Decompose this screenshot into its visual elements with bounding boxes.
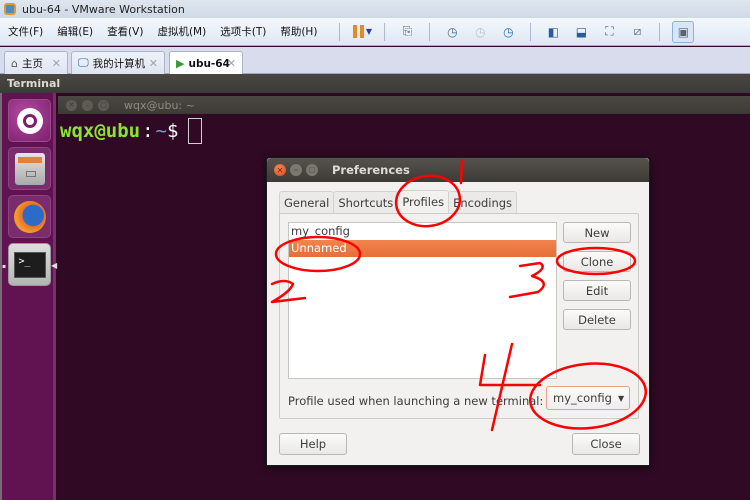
pause-button[interactable]: ▼ [352,22,372,42]
close-icon[interactable]: ✕ [227,57,236,70]
tab-label: 主页 [21,57,43,70]
active-app-title: Terminal [7,77,61,90]
computer-icon: 🖵 [78,56,89,69]
send-ctrl-alt-del-icon[interactable]: ⎘ [397,22,417,42]
vmware-app-icon [4,3,16,15]
firefox-icon [13,200,46,233]
toolbar-separator [659,22,661,41]
launcher-firefox[interactable] [8,195,51,238]
profile-row-unnamed[interactable]: Unnamed [289,240,556,257]
tab-my-computer[interactable]: 🖵 我的计算机 ✕ [71,51,165,74]
tab-general[interactable]: General [279,191,335,213]
tab-encodings[interactable]: Encodings [448,191,518,213]
toolbar-separator [429,22,431,41]
launcher-dash[interactable] [8,99,51,142]
close-icon[interactable]: ✕ [274,164,286,176]
default-profile-select[interactable]: my_config ▼ [546,386,630,410]
dropdown-caret-icon[interactable]: ▼ [366,27,372,36]
show-library-icon[interactable]: ◧ [543,22,563,42]
vm-running-icon: ▶ [176,57,185,70]
unity-icon[interactable]: ⧄ [627,22,647,42]
vmware-menubar: 文件(F) 编辑(E) 查看(V) 虚拟机(M) 选项卡(T) 帮助(H) ▼ … [0,18,750,46]
launcher-files[interactable] [8,147,51,190]
thumbnail-bar-icon[interactable]: ⬓ [571,22,591,42]
dialog-titlebar: ✕ – □ Preferences [267,158,649,182]
tab-label: ubu-64 [188,57,230,70]
close-button[interactable]: Close [572,433,640,455]
profiles-panel: my_config Unnamed New Clone Edit Delete … [279,213,639,419]
prompt-colon: : [142,120,154,142]
focused-indicator-icon: ◀ [51,261,58,270]
terminal-titlebar: ✕ – □ wqx@ubu: ~ [58,96,750,114]
menu-view[interactable]: 查看(V) [107,24,143,39]
tab-home[interactable]: ⌂ 主页 ✕ [4,51,68,74]
profile-list[interactable]: my_config Unnamed [288,222,557,379]
tab-label: 我的计算机 [92,57,146,70]
tab-profiles[interactable]: Profiles [397,190,450,214]
unity-launcher: >_ ▪ ◀ [0,93,58,500]
shell-prompt: wqx@ubu : ~ $ [60,118,203,144]
prompt-symbol: $ [166,120,179,142]
menu-edit[interactable]: 编辑(E) [57,24,93,39]
new-button[interactable]: New [563,222,631,243]
text-cursor [188,118,203,144]
default-profile-value: my_config [553,391,612,405]
dialog-title: Preferences [332,163,410,177]
menu-vm[interactable]: 虚拟机(M) [157,24,206,39]
maximize-icon[interactable]: □ [306,164,318,176]
vmware-tabstrip: ⌂ 主页 ✕ 🖵 我的计算机 ✕ ▶ ubu-64 ✕ [0,47,750,75]
clone-button[interactable]: Clone [563,251,631,272]
preferences-dialog: ✕ – □ Preferences General Shortcuts Prof… [266,157,650,466]
delete-button[interactable]: Delete [563,309,631,330]
ubuntu-logo-icon [16,107,43,134]
help-button[interactable]: Help [279,433,347,455]
menu-help[interactable]: 帮助(H) [280,24,317,39]
full-screen-icon[interactable]: ⛶ [599,22,619,42]
tab-shortcuts[interactable]: Shortcuts [333,191,399,213]
window-title: ubu-64 - VMware Workstation [22,2,185,16]
default-profile-label: Profile used when launching a new termin… [288,394,544,408]
toolbar-separator [530,22,532,41]
toolbar-separator [384,22,386,41]
minimize-icon[interactable]: – [82,99,93,111]
minimize-icon[interactable]: – [290,164,302,176]
menu-file[interactable]: 文件(F) [8,24,43,39]
pause-icon [352,25,364,38]
revert-snapshot-icon[interactable]: ◷ [470,22,490,42]
vmware-titlebar: ubu-64 - VMware Workstation [0,0,750,18]
snapshot-manager-icon[interactable]: ◷ [498,22,518,42]
launcher-terminal[interactable]: >_ [8,243,51,286]
profile-row-my-config[interactable]: my_config [289,223,556,240]
take-snapshot-icon[interactable]: ◷ [442,22,462,42]
terminal-title: wqx@ubu: ~ [124,98,195,112]
file-cabinet-icon [14,152,45,185]
chevron-down-icon: ▼ [617,393,625,403]
close-icon[interactable]: ✕ [66,99,77,111]
close-icon[interactable]: ✕ [52,57,61,70]
tab-ubu-64[interactable]: ▶ ubu-64 ✕ [169,51,243,75]
preferences-tabs: General Shortcuts Profiles Encodings [279,190,518,214]
prompt-user: wqx@ubu [60,120,141,142]
maximize-icon[interactable]: □ [98,99,109,111]
home-icon: ⌂ [11,56,18,70]
close-icon[interactable]: ✕ [149,57,158,70]
ubuntu-top-panel: Terminal [0,74,750,93]
prompt-path: ~ [155,120,167,142]
terminal-icon: >_ [13,251,46,278]
edit-button[interactable]: Edit [563,280,631,301]
toolbar-separator [339,22,341,41]
running-indicator-icon: ▪ [2,263,7,270]
menu-tabs[interactable]: 选项卡(T) [220,24,266,39]
console-view-icon[interactable]: ▣ [672,20,695,43]
